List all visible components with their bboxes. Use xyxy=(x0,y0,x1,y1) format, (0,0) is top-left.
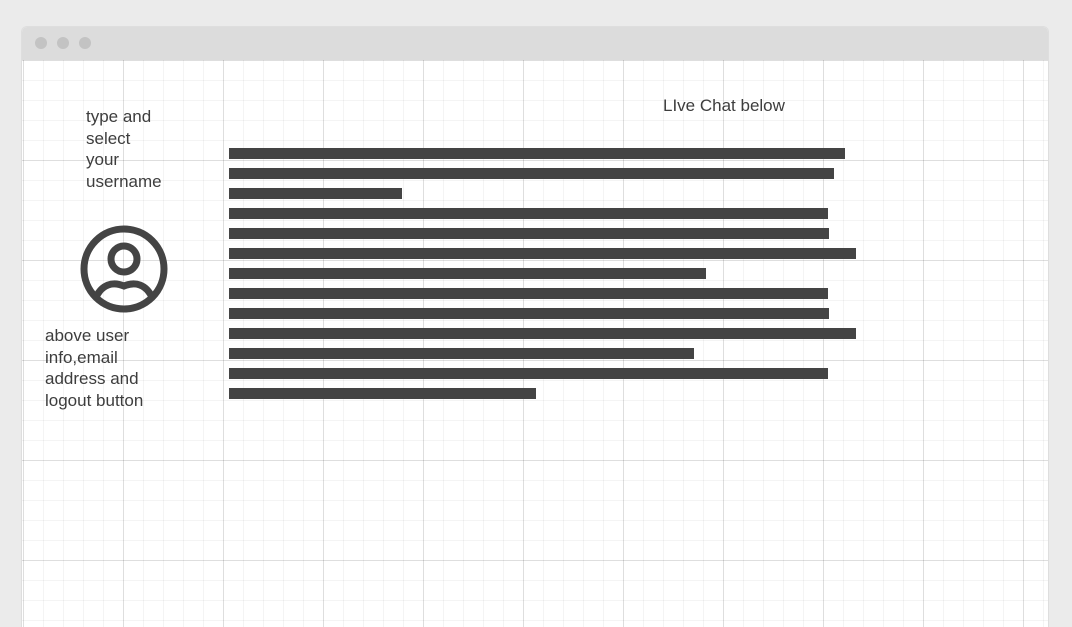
chat-message-line xyxy=(229,228,829,239)
browser-window: type and select your username above user… xyxy=(22,27,1048,627)
chat-message-line xyxy=(229,348,694,359)
chat-message-list xyxy=(229,148,856,408)
chat-message-line xyxy=(229,248,856,259)
chat-message-line xyxy=(229,188,402,199)
user-info-annotation: above user info,email address and logout… xyxy=(45,326,144,410)
maximize-dot[interactable] xyxy=(79,37,91,49)
close-dot[interactable] xyxy=(35,37,47,49)
chat-message-line xyxy=(229,368,828,379)
minimize-dot[interactable] xyxy=(57,37,69,49)
chat-message-line xyxy=(229,328,856,339)
user-circle-icon[interactable] xyxy=(78,223,170,315)
window-titlebar xyxy=(22,27,1048,60)
chat-message-line xyxy=(229,168,834,179)
live-chat-heading: LIve Chat below xyxy=(663,96,785,115)
chat-message-line xyxy=(229,308,829,319)
chat-message-line xyxy=(229,268,706,279)
chat-message-line xyxy=(229,288,828,299)
chat-message-line xyxy=(229,388,536,399)
wireframe-canvas: type and select your username above user… xyxy=(22,60,1048,627)
chat-message-line xyxy=(229,148,845,159)
username-annotation: type and select your username xyxy=(86,107,162,191)
chat-message-line xyxy=(229,208,828,219)
